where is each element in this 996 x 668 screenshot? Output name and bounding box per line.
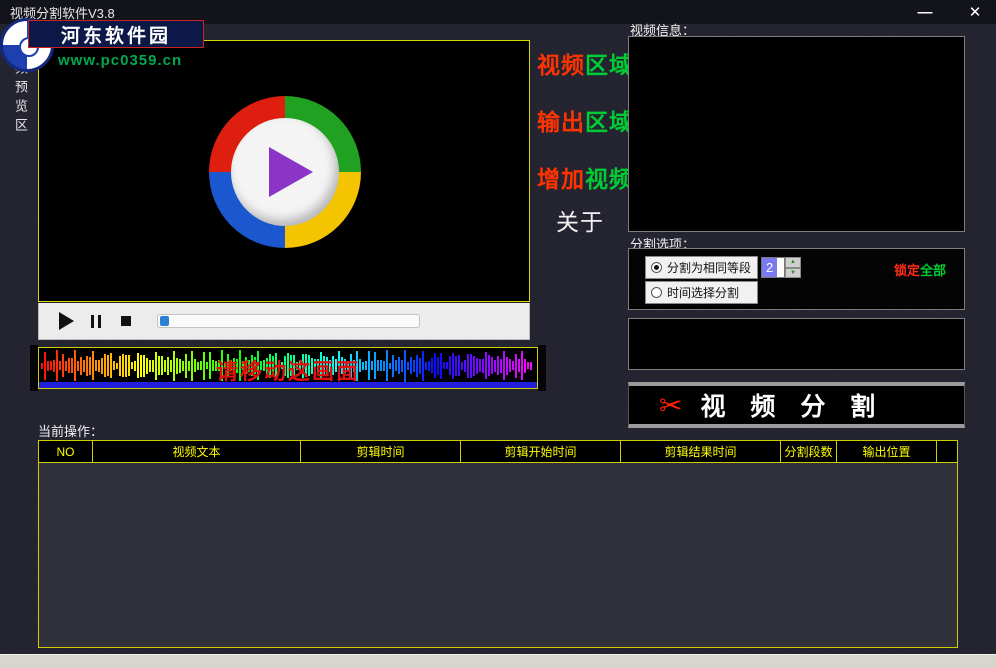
video-info-box: [628, 36, 965, 232]
split-preview-box: [628, 318, 965, 370]
video-screen: [38, 40, 530, 302]
seek-bar[interactable]: [157, 314, 420, 328]
play-icon: [58, 312, 74, 330]
split-options-panel: 分割为相同等段 时间选择分割 2 ▲ ▼ 锁定全部: [628, 248, 965, 310]
seek-thumb[interactable]: [160, 316, 169, 326]
segment-count-value: 2: [762, 258, 778, 277]
menu-video-area[interactable]: 视频区域: [537, 46, 633, 80]
col-filler: [937, 441, 957, 462]
video-player: [38, 40, 530, 340]
col-clip-time: 剪辑时间: [301, 441, 461, 462]
spinner-up-icon[interactable]: ▲: [785, 257, 801, 268]
option-time-select[interactable]: 时间选择分割: [645, 281, 758, 304]
menu-add-video[interactable]: 增加视频: [537, 160, 633, 194]
scissors-icon: ✂: [659, 389, 683, 421]
split-button-label: 视 频 分 割: [700, 393, 885, 421]
col-clip-result-time: 剪辑结果时间: [621, 441, 781, 462]
col-output-path: 输出位置: [837, 441, 937, 462]
site-url: www.pc0359.cn: [58, 52, 183, 69]
close-button[interactable]: ✕: [962, 0, 988, 24]
col-segment-count: 分割段数: [781, 441, 837, 462]
menu-output-area[interactable]: 输出区域: [537, 103, 633, 137]
table-header-row: NO 视频文本 剪辑时间 剪辑开始时间 剪辑结果时间 分割段数 输出位置: [39, 441, 957, 463]
player-logo-play-icon: [269, 147, 313, 197]
video-split-button[interactable]: ✂ 视 频 分 割: [628, 382, 965, 428]
col-video-text: 视频文本: [93, 441, 301, 462]
menu-about[interactable]: 关于: [556, 203, 604, 237]
segment-count-input[interactable]: 2: [761, 257, 785, 278]
radio-unchecked-icon: [651, 287, 662, 298]
spectrum-left-handle[interactable]: [30, 345, 38, 391]
option-time-label: 时间选择分割: [667, 286, 740, 300]
player-logo-icon: [209, 96, 361, 248]
play-button[interactable]: [51, 308, 81, 334]
pause-icon: [91, 314, 101, 328]
site-name: 河东软件园: [28, 20, 204, 48]
site-watermark: 河东软件园 www.pc0359.cn: [0, 16, 220, 76]
option-equal-label: 分割为相同等段: [667, 261, 752, 275]
stop-button[interactable]: [111, 308, 141, 334]
spectrum-right-handle[interactable]: [538, 345, 546, 391]
audio-spectrum[interactable]: 请移动这画面: [30, 345, 546, 391]
minimize-button[interactable]: —: [912, 0, 938, 24]
segment-count-spinner[interactable]: ▲ ▼: [785, 257, 801, 278]
radio-checked-icon: [651, 262, 662, 273]
app-window: 视频分割软件V3.8 — ✕ 河东软件园 www.pc0359.cn 视频预览区: [0, 0, 996, 668]
col-clip-start-time: 剪辑开始时间: [461, 441, 621, 462]
col-no: NO: [39, 441, 93, 462]
option-equal-segments[interactable]: 分割为相同等段: [645, 256, 758, 279]
operations-table: NO 视频文本 剪辑时间 剪辑开始时间 剪辑结果时间 分割段数 输出位置: [38, 440, 958, 648]
pause-button[interactable]: [81, 308, 111, 334]
current-operation-label: 当前操作：: [38, 424, 104, 439]
spectrum-overlay-text: 请移动这画面: [215, 359, 360, 384]
status-bar: [0, 654, 996, 668]
lock-all-button[interactable]: 锁定全部: [894, 260, 946, 279]
stop-icon: [121, 316, 131, 326]
player-controls: [38, 303, 530, 340]
spinner-down-icon[interactable]: ▼: [785, 267, 801, 278]
